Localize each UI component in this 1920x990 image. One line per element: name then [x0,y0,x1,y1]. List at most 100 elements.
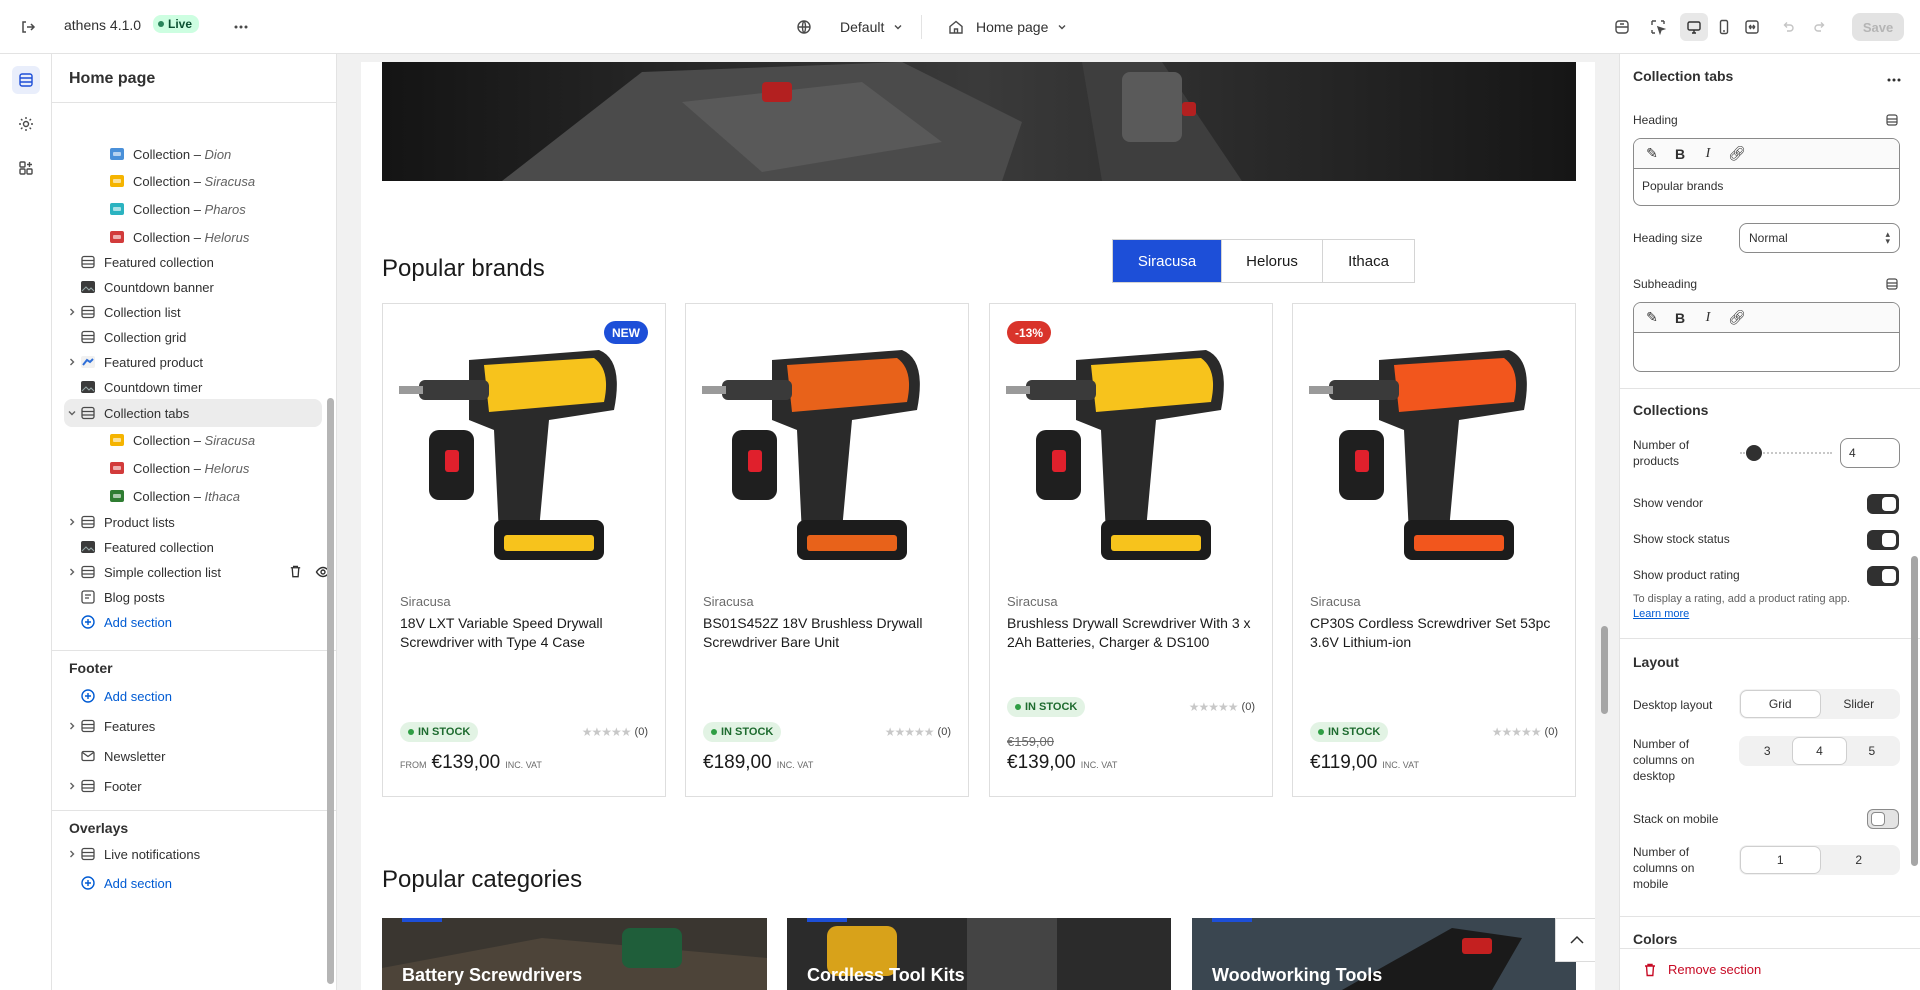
overlay-item-live-notifications[interactable]: Live notifications [64,840,336,868]
stack-mobile-toggle[interactable] [1867,809,1899,829]
theme-settings-tab[interactable] [12,110,40,138]
fullwidth-view-button[interactable] [1738,13,1766,41]
app-embeds-button[interactable] [1608,13,1636,41]
product-image[interactable] [1309,320,1559,570]
sidebar-item-collection-helorus[interactable]: Collection – Helorus [64,454,336,482]
heading-value[interactable]: Popular brands [1634,169,1899,203]
italic-icon[interactable]: I [1700,310,1716,326]
product-card[interactable]: Siracusa BS01S452Z 18V Brushless Drywall… [685,303,969,797]
sidebar-item-collection-siracusa[interactable]: Collection – Siracusa [64,426,336,454]
undo-button[interactable] [1774,13,1802,41]
footer-item-features[interactable]: Features [64,712,336,740]
desktop-view-button[interactable] [1680,13,1708,41]
section-menu-button[interactable] [1880,66,1908,94]
footer-item-footer[interactable]: Footer [64,772,336,800]
show-rating-toggle[interactable] [1867,566,1899,586]
redo-button[interactable] [1806,13,1834,41]
show-vendor-toggle[interactable] [1867,494,1899,514]
chevron-right-icon[interactable] [64,718,80,734]
category-card[interactable]: Cordless Tool Kits [787,918,1171,990]
sidebar-item-collection-pharos[interactable]: Collection – Pharos [64,195,336,223]
chevron-right-icon[interactable] [64,514,80,530]
chevron-right-icon[interactable] [64,354,80,370]
link-icon[interactable]: 🔗︎ [1728,145,1746,162]
footer-item-newsletter[interactable]: Newsletter [64,742,336,770]
back-to-top-button[interactable] [1555,918,1595,962]
sidebar-item-collection-siracusa[interactable]: Collection – Siracusa [64,167,336,195]
chevron-right-icon[interactable] [64,564,80,580]
show-stock-toggle[interactable] [1867,530,1899,550]
tab-siracusa[interactable]: Siracusa [1113,240,1221,282]
category-card[interactable]: Battery Screwdrivers [382,918,767,990]
sidebar-item-collection-dion[interactable]: Collection – Dion [64,140,336,168]
product-card[interactable]: -13% Siracusa Brushless Drywall Screwdri… [989,303,1273,797]
bold-icon[interactable]: B [1672,146,1688,162]
sections-tab[interactable] [12,66,40,94]
add-section-button[interactable]: Add section [64,608,336,636]
sidebar-item-countdown-banner[interactable]: Countdown banner [64,273,336,301]
subheading-value[interactable] [1634,333,1899,353]
columns-3-option[interactable]: 3 [1741,738,1793,764]
product-image[interactable] [1006,320,1256,570]
layout-grid-option[interactable]: Grid [1741,691,1820,717]
layout-slider-option[interactable]: Slider [1820,691,1899,717]
sidebar-item-collection-helorus[interactable]: Collection – Helorus [64,223,336,251]
sidebar-item-collection-list[interactable]: Collection list [64,298,336,326]
mobile-columns-1-option[interactable]: 1 [1741,847,1820,873]
heading-editor[interactable]: ✎ B I 🔗︎ Popular brands [1633,138,1900,206]
subheading-editor[interactable]: ✎ B I 🔗︎ [1633,302,1900,372]
bold-icon[interactable]: B [1672,310,1688,326]
mobile-view-button[interactable] [1710,13,1738,41]
chevron-down-icon[interactable] [64,405,80,421]
product-image[interactable] [399,320,649,570]
product-title[interactable]: BS01S452Z 18V Brushless Drywall Screwdri… [703,614,953,652]
product-title[interactable]: CP30S Cordless Screwdriver Set 53pc 3.6V… [1310,614,1560,652]
columns-4-option[interactable]: 4 [1793,738,1846,764]
columns-5-option[interactable]: 5 [1846,738,1898,764]
dynamic-source-icon[interactable] [1885,277,1899,291]
sidebar-item-simple-collection-list[interactable]: Simple collection list [64,558,336,586]
product-title[interactable]: 18V LXT Variable Speed Drywall Screwdriv… [400,614,650,652]
product-card[interactable]: Siracusa CP30S Cordless Screwdriver Set … [1292,303,1576,797]
apps-tab[interactable] [12,154,40,182]
chevron-right-icon[interactable] [64,846,80,862]
learn-more-link[interactable]: Learn more [1633,608,1689,620]
trash-icon[interactable] [288,564,303,579]
num-products-slider[interactable] [1740,445,1832,461]
more-actions-button[interactable] [227,13,255,41]
chevron-right-icon[interactable] [64,304,80,320]
tab-helorus[interactable]: Helorus [1221,240,1322,282]
heading-size-select[interactable]: Normal ▴ ▾ [1739,223,1900,253]
scrollbar[interactable] [327,398,334,984]
product-card[interactable]: NEW Siracusa 18V LXT Variable Speed Dryw… [382,303,666,797]
sidebar-item-countdown-timer[interactable]: Countdown timer [64,373,336,401]
save-button[interactable]: Save [1852,13,1904,41]
sidebar-item-collection-grid[interactable]: Collection grid [64,323,336,351]
sidebar-item-blog-posts[interactable]: Blog posts [64,583,336,611]
dynamic-source-icon[interactable] [1885,113,1899,127]
magic-icon[interactable]: ✎ [1644,309,1660,326]
sidebar-item-product-lists[interactable]: Product lists [64,508,336,536]
sidebar-item-collection-tabs[interactable]: Collection tabs [64,399,322,427]
sidebar-item-featured-product[interactable]: Featured product [64,348,336,376]
product-title[interactable]: Brushless Drywall Screwdriver With 3 x 2… [1007,614,1257,652]
italic-icon[interactable]: I [1700,146,1716,162]
category-card[interactable]: Woodworking Tools [1192,918,1576,990]
sidebar-item-collection-ithaca[interactable]: Collection – Ithaca [64,482,336,510]
slider-handle[interactable] [1746,445,1762,461]
add-section-button[interactable]: Add section [64,869,336,897]
sidebar-item-featured-collection[interactable]: Featured collection [64,248,336,276]
inspector-button[interactable] [1644,13,1672,41]
link-icon[interactable]: 🔗︎ [1728,309,1746,326]
num-products-input[interactable]: 4 [1840,438,1900,468]
magic-icon[interactable]: ✎ [1644,145,1660,162]
add-section-button[interactable]: Add section [64,682,336,710]
remove-section-button[interactable]: Remove section [1620,948,1920,990]
tab-ithaca[interactable]: Ithaca [1322,240,1414,282]
product-image[interactable] [702,320,952,570]
scrollbar[interactable] [1601,626,1608,714]
theme-selector[interactable]: Default [796,13,904,41]
sidebar-item-featured-collection[interactable]: Featured collection [64,533,336,561]
page-selector[interactable]: Home page [948,13,1068,41]
exit-button[interactable] [14,13,42,41]
